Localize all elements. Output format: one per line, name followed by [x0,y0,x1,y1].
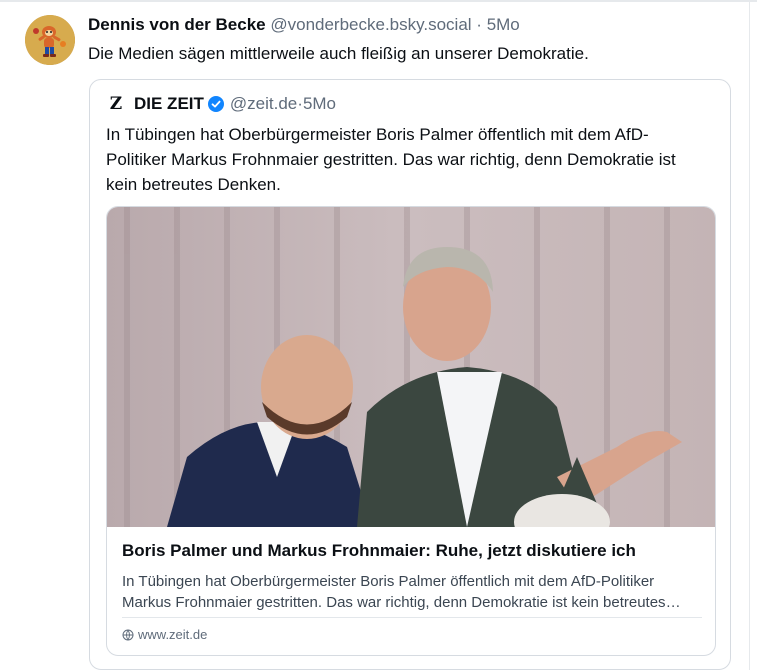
link-preview-footer: www.zeit.de [122,627,207,642]
link-preview-card[interactable]: Boris Palmer und Markus Frohnmaier: Ruhe… [106,206,716,656]
author-name[interactable]: Dennis von der Becke [88,15,266,34]
quoted-post[interactable]: Z DIE ZEIT @zeit.de · 5Mo In Tübingen ha… [89,79,731,670]
header-separator: · [476,15,487,34]
link-preview-description: In Tübingen hat Oberbürgermeister Boris … [122,573,666,611]
post[interactable]: Dennis von der Becke @vonderbecke.bsky.s… [0,0,749,670]
post-header: Dennis von der Becke @vonderbecke.bsky.s… [88,14,520,36]
avatar-character-image [25,15,75,65]
avatar[interactable] [25,15,75,65]
right-border [749,0,750,670]
globe-icon [122,629,134,640]
link-preview-title[interactable]: Boris Palmer und Markus Frohnmaier: Ruhe… [122,540,636,562]
quoted-post-timestamp[interactable]: 5Mo [303,93,336,115]
post-timestamp[interactable]: 5Mo [487,15,520,34]
verified-badge-icon [207,96,224,112]
link-preview-divider [122,617,702,618]
quoted-author-name[interactable]: DIE ZEIT [134,93,204,115]
author-handle[interactable]: @vonderbecke.bsky.social [270,15,471,34]
post-text: Die Medien sägen mittlerweile auch fleiß… [88,44,589,63]
quoted-author-handle[interactable]: @zeit.de [230,93,297,115]
link-preview-image [107,207,715,527]
quoted-post-text: In Tübingen hat Oberbürgermeister Boris … [106,125,676,194]
quoted-post-header: Z DIE ZEIT @zeit.de · 5Mo [106,93,336,115]
link-preview-domain[interactable]: www.zeit.de [138,627,207,642]
zeit-logo-icon: Z [109,94,123,114]
